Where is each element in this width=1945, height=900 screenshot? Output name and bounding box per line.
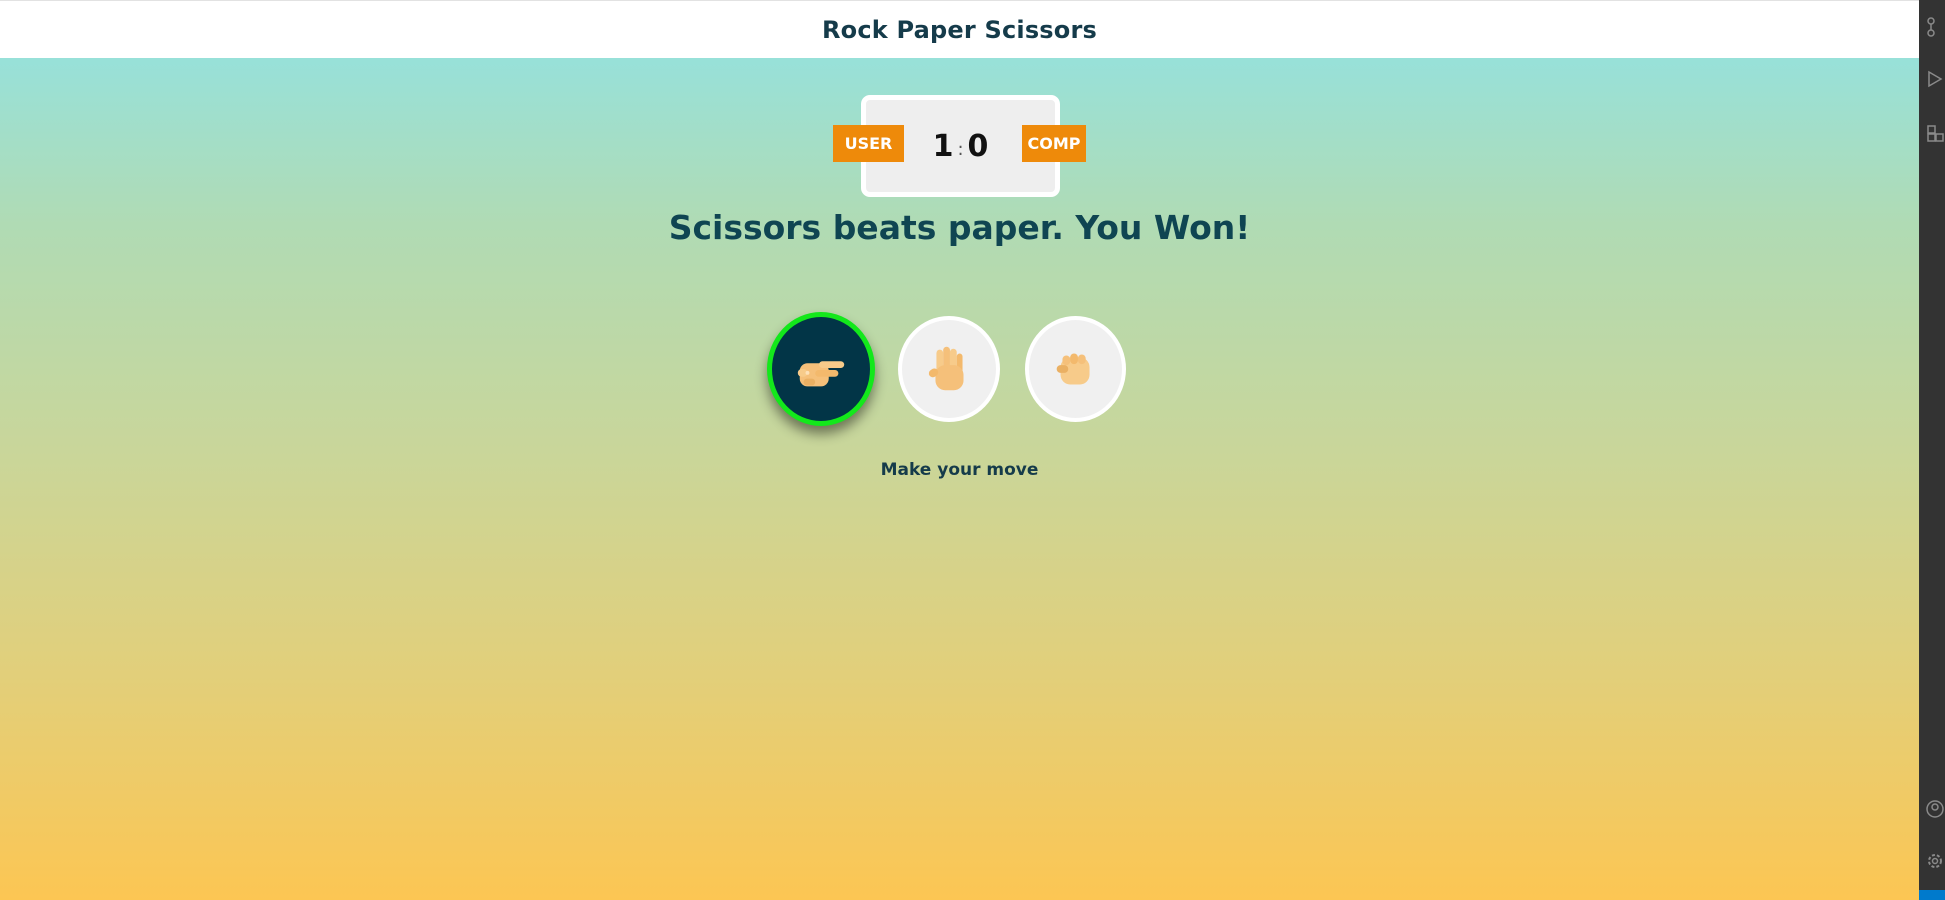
game-app: Rock Paper Scissors USER COMP 1 : 0 Scis… bbox=[0, 0, 1919, 900]
app-header: Rock Paper Scissors bbox=[0, 0, 1919, 58]
score-display: 1 : 0 bbox=[861, 95, 1060, 197]
result-message: Scissors beats paper. You Won! bbox=[668, 208, 1251, 247]
account-icon[interactable] bbox=[1925, 798, 1945, 820]
paper-choice-button[interactable] bbox=[898, 316, 1000, 422]
rock-hand-icon bbox=[1056, 353, 1090, 385]
settings-gear-icon[interactable] bbox=[1925, 850, 1945, 872]
status-bar-strip bbox=[1919, 890, 1945, 900]
rock-choice-button[interactable] bbox=[1025, 316, 1126, 422]
user-score: 1 bbox=[932, 128, 954, 164]
scissors-hand-icon bbox=[797, 361, 845, 387]
run-debug-icon[interactable] bbox=[1925, 68, 1945, 90]
source-control-icon[interactable] bbox=[1925, 16, 1945, 38]
comp-score: 0 bbox=[967, 128, 989, 164]
page: Rock Paper Scissors USER COMP 1 : 0 Scis… bbox=[0, 0, 1945, 900]
paper-hand-icon bbox=[928, 346, 964, 391]
score-separator: : bbox=[957, 138, 964, 160]
extensions-icon[interactable] bbox=[1925, 122, 1945, 144]
vscode-activity-bar bbox=[1919, 0, 1945, 900]
page-title: Rock Paper Scissors bbox=[821, 15, 1098, 44]
scissors-choice-button[interactable] bbox=[767, 312, 875, 426]
hint-text: Make your move bbox=[880, 460, 1039, 480]
